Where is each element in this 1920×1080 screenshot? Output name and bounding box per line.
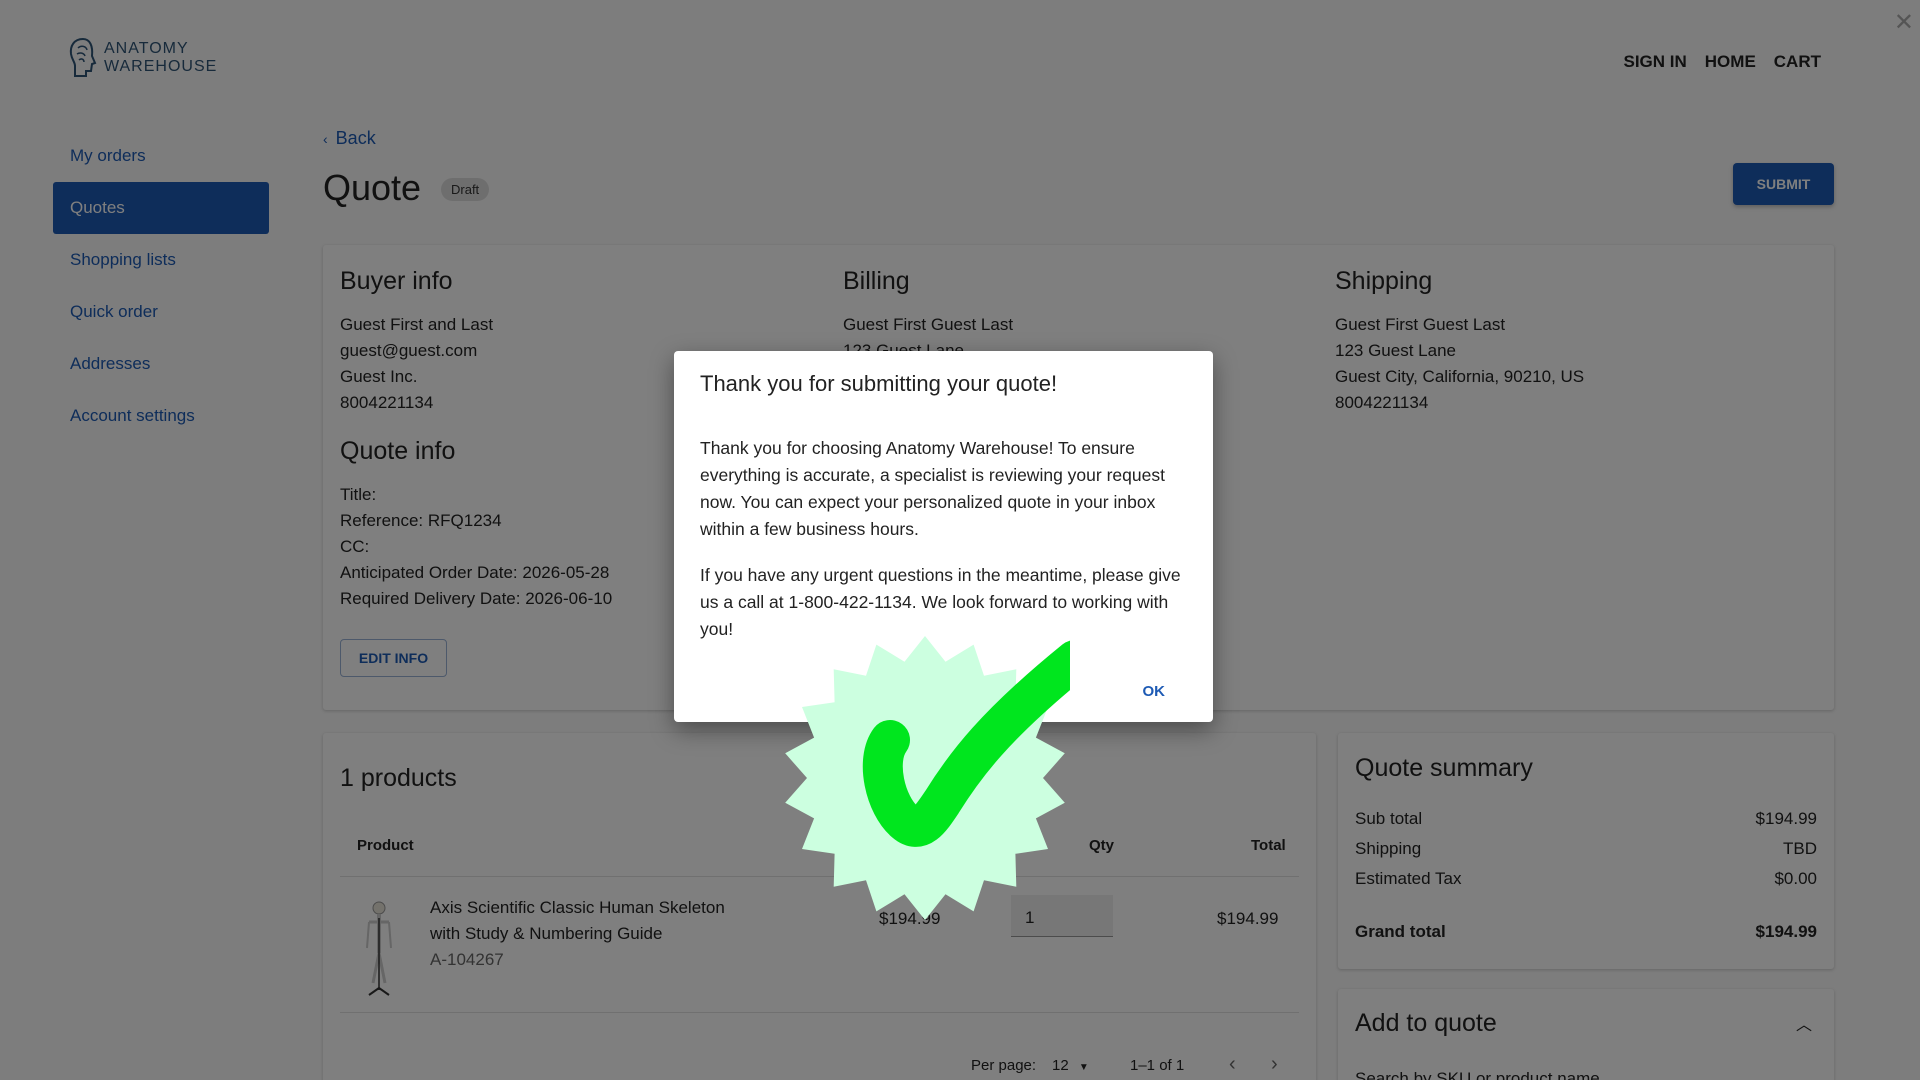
dialog-title: Thank you for submitting your quote!	[700, 371, 1058, 396]
ok-button[interactable]: OK	[1143, 683, 1166, 700]
success-check-badge-icon	[785, 636, 1070, 920]
dialog-paragraph-1: Thank you for choosing Anatomy Warehouse…	[700, 438, 1165, 539]
close-icon[interactable]: ✕	[1894, 8, 1914, 37]
